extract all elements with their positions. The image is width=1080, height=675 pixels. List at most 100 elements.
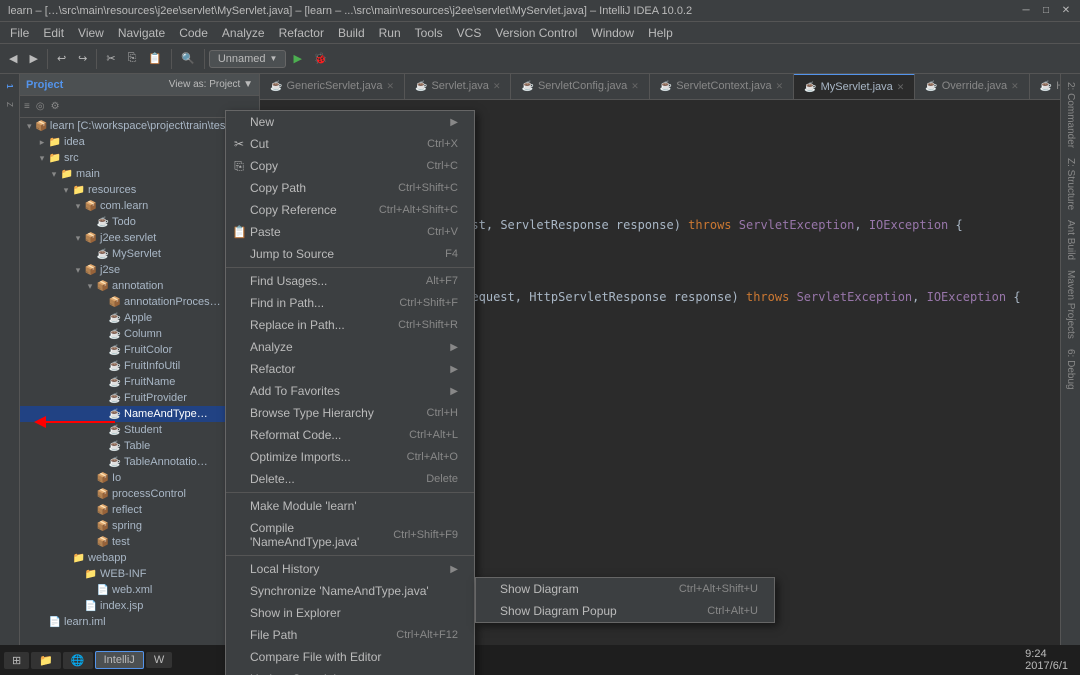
toolbar-cut[interactable]: ✂ bbox=[101, 50, 120, 67]
tab-close-button[interactable]: ✕ bbox=[897, 82, 905, 93]
right-sidebar-tab[interactable]: 6: Debug bbox=[1063, 345, 1078, 394]
menu-item-navigate[interactable]: Navigate bbox=[112, 24, 171, 42]
tree-item[interactable]: 📄web.xml bbox=[20, 582, 259, 598]
context-menu-item-compare-file-with-editor[interactable]: Compare File with Editor bbox=[226, 646, 474, 668]
tree-item[interactable]: ▾📁resources bbox=[20, 182, 259, 198]
tree-expand-icon[interactable]: ▾ bbox=[84, 281, 96, 292]
tree-item[interactable]: ☕NameAndType… bbox=[20, 406, 259, 422]
context-menu-item-synchronize--nameandtype-java-[interactable]: Synchronize 'NameAndType.java' bbox=[226, 580, 474, 602]
menu-item-version control[interactable]: Version Control bbox=[489, 24, 583, 42]
tab-close-button[interactable]: ✕ bbox=[631, 81, 639, 92]
tab-close-button[interactable]: ✕ bbox=[776, 81, 784, 92]
menu-item-vcs[interactable]: VCS bbox=[451, 24, 488, 42]
menu-item-code[interactable]: Code bbox=[173, 24, 214, 42]
toolbar-copy[interactable]: ⎘ bbox=[123, 50, 142, 67]
tree-item[interactable]: ☕FruitColor bbox=[20, 342, 259, 358]
project-icon[interactable]: 1 bbox=[2, 78, 18, 94]
editor-tab[interactable]: ☕Override.java✕ bbox=[915, 74, 1029, 99]
menu-item-file[interactable]: File bbox=[4, 24, 35, 42]
tree-item[interactable]: ▸📁idea bbox=[20, 134, 259, 150]
menu-item-view[interactable]: View bbox=[72, 24, 110, 42]
word-button[interactable]: W bbox=[146, 652, 172, 668]
tree-item[interactable]: ▾📦j2se bbox=[20, 262, 259, 278]
toolbar-redo[interactable]: ↪ bbox=[73, 50, 92, 67]
run-config-selector[interactable]: Unnamed ▼ bbox=[209, 50, 287, 68]
context-menu-item-copy[interactable]: ⎘CopyCtrl+C bbox=[226, 155, 474, 177]
context-menu-item-optimize-imports---[interactable]: Optimize Imports...Ctrl+Alt+O bbox=[226, 446, 474, 468]
toolbar-undo[interactable]: ↩ bbox=[52, 50, 71, 67]
context-menu-item-add-to-favorites[interactable]: Add To Favorites▶ bbox=[226, 380, 474, 402]
menu-item-help[interactable]: Help bbox=[642, 24, 679, 42]
tree-item[interactable]: ☕MyServlet bbox=[20, 246, 259, 262]
tree-item[interactable]: ▾📁src bbox=[20, 150, 259, 166]
intellij-button[interactable]: IntelliJ bbox=[95, 651, 144, 669]
editor-tab[interactable]: ☕GenericServlet.java✕ bbox=[260, 74, 405, 99]
tree-item[interactable]: ☕Todo bbox=[20, 214, 259, 230]
context-menu-item-browse-type-hierarchy[interactable]: Browse Type HierarchyCtrl+H bbox=[226, 402, 474, 424]
tree-item[interactable]: ☕Column bbox=[20, 326, 259, 342]
menu-item-build[interactable]: Build bbox=[332, 24, 371, 42]
tree-expand-icon[interactable]: ▾ bbox=[72, 201, 84, 212]
editor-tab[interactable]: ☕HttpServlet.java✕ bbox=[1030, 74, 1060, 99]
context-menu-item-paste[interactable]: 📋PasteCtrl+V bbox=[226, 221, 474, 243]
right-sidebar-tab[interactable]: Z: Structure bbox=[1063, 154, 1078, 214]
tree-expand-icon[interactable]: ▾ bbox=[36, 153, 48, 164]
submenu-item-show-diagram-popup[interactable]: Show Diagram PopupCtrl+Alt+U bbox=[476, 600, 774, 622]
toolbar-back[interactable]: ◀ bbox=[4, 50, 22, 67]
tree-item[interactable]: ☕Table bbox=[20, 438, 259, 454]
tree-item[interactable]: 📄index.jsp bbox=[20, 598, 259, 614]
context-menu-item-copy-path[interactable]: Copy PathCtrl+Shift+C bbox=[226, 177, 474, 199]
context-menu-item-new[interactable]: New▶ bbox=[226, 111, 474, 133]
context-menu-item-replace-in-path---[interactable]: Replace in Path...Ctrl+Shift+R bbox=[226, 314, 474, 336]
tree-item[interactable]: 📦Io bbox=[20, 470, 259, 486]
minimize-button[interactable]: ─ bbox=[1020, 5, 1032, 17]
tree-item[interactable]: 📦test bbox=[20, 534, 259, 550]
tree-item[interactable]: ▾📦annotation bbox=[20, 278, 259, 294]
context-menu-item-find-usages---[interactable]: Find Usages...Alt+F7 bbox=[226, 270, 474, 292]
tree-item[interactable]: ☕FruitInfoUtil bbox=[20, 358, 259, 374]
file-explorer-button[interactable]: 📁 bbox=[31, 652, 61, 669]
context-menu-item-compile--nameandtype-java-[interactable]: Compile 'NameAndType.java'Ctrl+Shift+F9 bbox=[226, 517, 474, 553]
tree-item[interactable]: ☕Apple bbox=[20, 310, 259, 326]
tree-expand-icon[interactable]: ▾ bbox=[24, 121, 35, 132]
tree-item[interactable]: 📁WEB-INF bbox=[20, 566, 259, 582]
tab-close-button[interactable]: ✕ bbox=[493, 81, 501, 92]
toolbar-find[interactable]: 🔍 bbox=[176, 50, 200, 67]
locate-icon[interactable]: ◎ bbox=[36, 101, 45, 112]
tree-item[interactable]: 📄learn.iml bbox=[20, 614, 259, 630]
context-menu-item-show-in-explorer[interactable]: Show in Explorer bbox=[226, 602, 474, 624]
maximize-button[interactable]: □ bbox=[1040, 5, 1052, 17]
tree-item[interactable]: ▾📦com.learn bbox=[20, 198, 259, 214]
run-button[interactable]: ▶ bbox=[288, 50, 306, 67]
right-sidebar-tab[interactable]: Ant Build bbox=[1063, 216, 1078, 264]
context-menu-item-analyze[interactable]: Analyze▶ bbox=[226, 336, 474, 358]
toolbar-forward[interactable]: ▶ bbox=[24, 50, 42, 67]
menu-item-edit[interactable]: Edit bbox=[37, 24, 70, 42]
context-menu-item-find-in-path---[interactable]: Find in Path...Ctrl+Shift+F bbox=[226, 292, 474, 314]
tree-item[interactable]: ▾📦j2ee.servlet bbox=[20, 230, 259, 246]
tree-expand-icon[interactable]: ▾ bbox=[48, 169, 60, 180]
tree-item[interactable]: 📦annotationProces… bbox=[20, 294, 259, 310]
context-menu-item-reformat-code---[interactable]: Reformat Code...Ctrl+Alt+L bbox=[226, 424, 474, 446]
context-menu-item-file-path[interactable]: File PathCtrl+Alt+F12 bbox=[226, 624, 474, 646]
context-menu-item-local-history[interactable]: Local History▶ bbox=[226, 558, 474, 580]
start-button[interactable]: ⊞ bbox=[4, 652, 29, 669]
tree-item[interactable]: ☕TableAnnotatio… bbox=[20, 454, 259, 470]
settings-icon[interactable]: ⚙ bbox=[51, 101, 60, 112]
tree-item[interactable]: 📦processControl bbox=[20, 486, 259, 502]
close-button[interactable]: ✕ bbox=[1060, 5, 1072, 17]
context-menu-item-update-copyright---[interactable]: Update Copyright... bbox=[226, 668, 474, 675]
tree-expand-icon[interactable]: ▾ bbox=[60, 185, 72, 196]
context-menu-item-cut[interactable]: ✂CutCtrl+X bbox=[226, 133, 474, 155]
context-menu-item-make-module--learn-[interactable]: Make Module 'learn' bbox=[226, 495, 474, 517]
debug-button[interactable]: 🐞 bbox=[309, 50, 333, 67]
structure-icon[interactable]: Z bbox=[2, 96, 18, 112]
collapse-all-icon[interactable]: ≡ bbox=[24, 101, 30, 112]
menu-item-window[interactable]: Window bbox=[585, 24, 640, 42]
browser-button[interactable]: 🌐 bbox=[63, 652, 93, 669]
editor-tab[interactable]: ☕Servlet.java✕ bbox=[405, 74, 511, 99]
context-menu-item-copy-reference[interactable]: Copy ReferenceCtrl+Alt+Shift+C bbox=[226, 199, 474, 221]
menu-item-run[interactable]: Run bbox=[373, 24, 407, 42]
context-menu-item-delete---[interactable]: Delete...Delete bbox=[226, 468, 474, 490]
menu-item-analyze[interactable]: Analyze bbox=[216, 24, 271, 42]
